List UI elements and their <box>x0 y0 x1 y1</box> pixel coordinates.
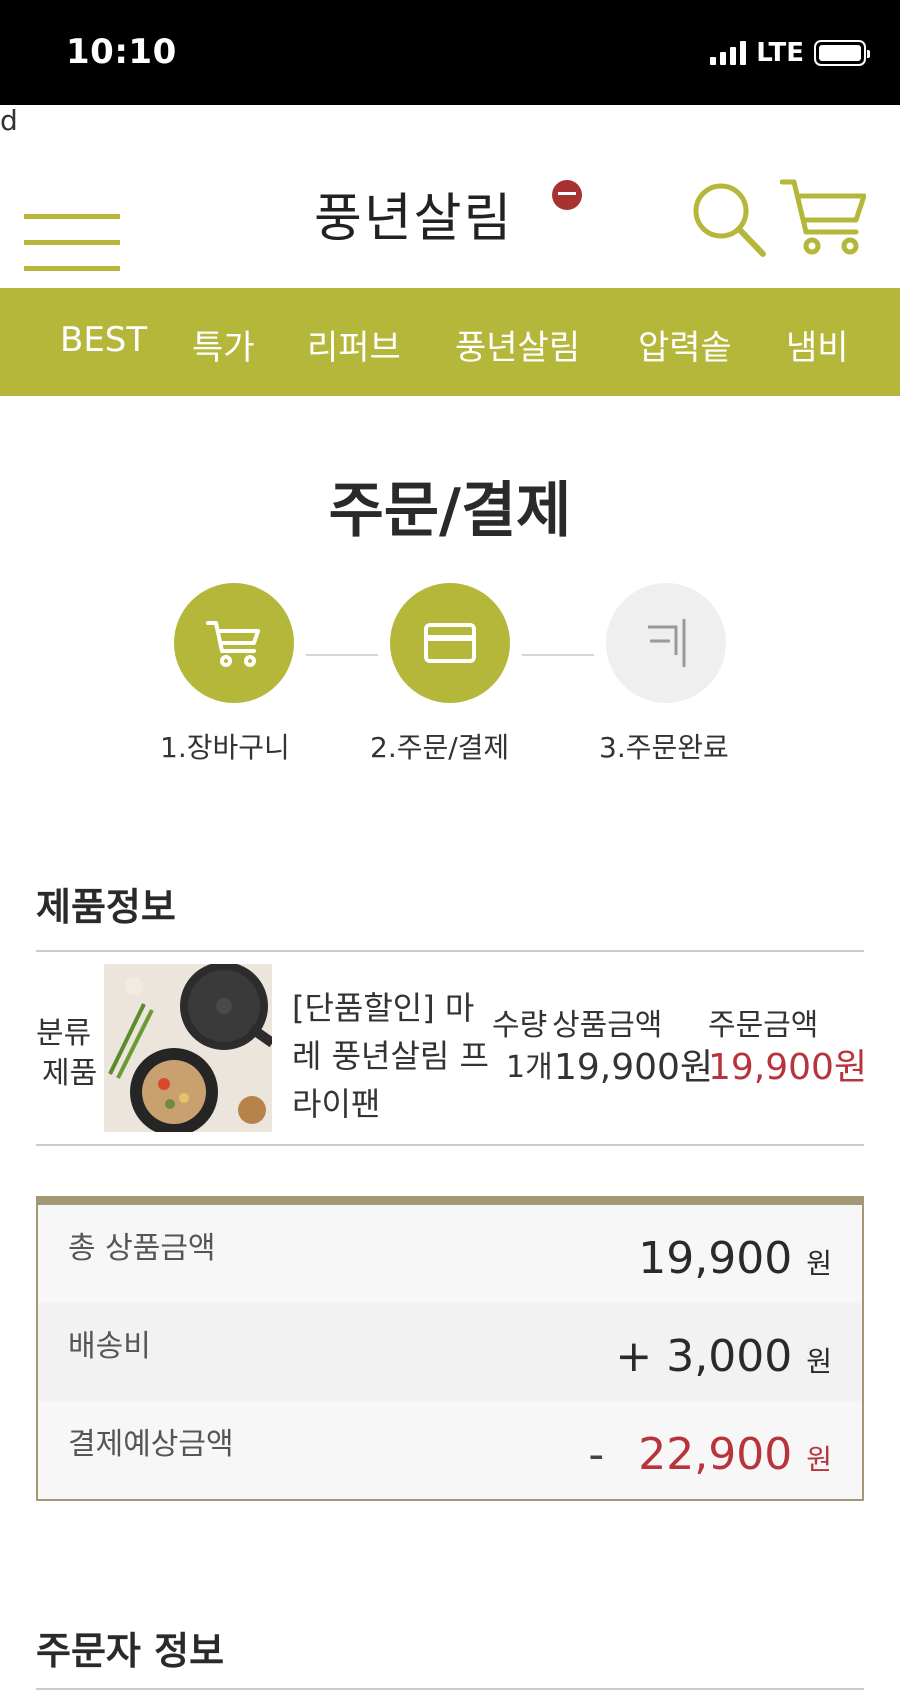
site-logo[interactable]: 풍년살림 <box>314 176 513 251</box>
shipping-row: 배송비 + 3,000 원 <box>38 1303 862 1401</box>
shipping-label: 배송비 <box>68 1329 151 1364</box>
battery-icon <box>814 40 870 66</box>
nav-item-refurb[interactable]: 리퍼브 <box>307 320 401 369</box>
nav-item-pot[interactable]: 냄비 <box>786 320 849 369</box>
nav-item-special[interactable]: 특가 <box>192 320 255 369</box>
subtotal-amount: 19,900 <box>638 1233 793 1284</box>
menu-icon[interactable] <box>24 182 120 271</box>
expected-value: - 22,900 원 <box>588 1429 832 1480</box>
category-header: 분류 <box>36 1016 92 1051</box>
page-title: 주문/결제 <box>328 476 572 546</box>
order-amount-value: 19,900원 <box>708 1047 868 1088</box>
step-1-circle <box>174 583 294 703</box>
step-2-label: 2.주문/결제 <box>370 731 510 764</box>
divider <box>36 1144 864 1146</box>
flag-icon <box>648 619 686 667</box>
card-icon <box>424 623 476 663</box>
product-section-title: 제품정보 <box>36 885 176 929</box>
step-3-circle <box>606 583 726 703</box>
nav-item-pn-salim[interactable]: 풍년살림 <box>455 320 580 369</box>
status-time: 10:10 <box>66 32 177 72</box>
subtotal-value: 19,900 원 <box>638 1233 832 1284</box>
won-unit: 원 <box>806 1345 832 1378</box>
product-image[interactable] <box>104 964 272 1132</box>
won-unit: 원 <box>806 1247 832 1280</box>
nav-item-best[interactable]: BEST <box>60 320 147 360</box>
stray-text: d <box>0 104 18 137</box>
step-2-circle <box>390 583 510 703</box>
qty-header: 수량 <box>492 1008 548 1043</box>
status-indicators: LTE <box>710 38 870 68</box>
expected-amount: 22,900 <box>638 1429 793 1480</box>
category-value: 제품 <box>42 1056 98 1091</box>
step-3-label: 3.주문완료 <box>599 731 729 764</box>
expected-payment-row: 결제예상금액 - 22,900 원 <box>38 1401 862 1499</box>
step-connector <box>522 654 594 656</box>
search-icon[interactable] <box>688 178 768 258</box>
expected-sign: - <box>588 1429 605 1480</box>
price-value: 19,900원 <box>554 1047 714 1088</box>
logo-emblem-icon <box>552 180 582 210</box>
subtotal-row: 총 상품금액 19,900 원 <box>38 1205 862 1303</box>
divider <box>36 1688 864 1690</box>
product-name[interactable]: [단품할인] 마레 풍년살림 프라이팬 <box>292 984 492 1128</box>
shipping-value: + 3,000 원 <box>615 1331 832 1382</box>
won-unit: 원 <box>806 1443 832 1476</box>
network-label: LTE <box>756 38 804 68</box>
status-bar: 10:10 LTE <box>0 0 900 105</box>
category-nav: BEST 특가 리퍼브 풍년살림 압력솥 냄비 <box>0 288 900 396</box>
divider <box>36 950 864 952</box>
step-connector <box>306 654 378 656</box>
site-header: 풍년살림 <box>0 150 900 288</box>
payment-summary: 총 상품금액 19,900 원 배송비 + 3,000 원 결제예상금액 - 2… <box>36 1196 864 1501</box>
cart-icon <box>206 621 260 667</box>
qty-value: 1개 <box>506 1050 553 1085</box>
shipping-sign: + <box>615 1331 653 1382</box>
signal-icon <box>710 41 747 65</box>
expected-label: 결제예상금액 <box>68 1427 234 1462</box>
step-1-label: 1.장바구니 <box>160 731 290 764</box>
shipping-amount: 3,000 <box>666 1331 793 1382</box>
subtotal-label: 총 상품금액 <box>68 1231 216 1266</box>
nav-item-pressure-cooker[interactable]: 압력솥 <box>638 320 732 369</box>
cart-icon[interactable] <box>779 176 867 258</box>
orderer-section-title: 주문자 정보 <box>36 1629 225 1673</box>
